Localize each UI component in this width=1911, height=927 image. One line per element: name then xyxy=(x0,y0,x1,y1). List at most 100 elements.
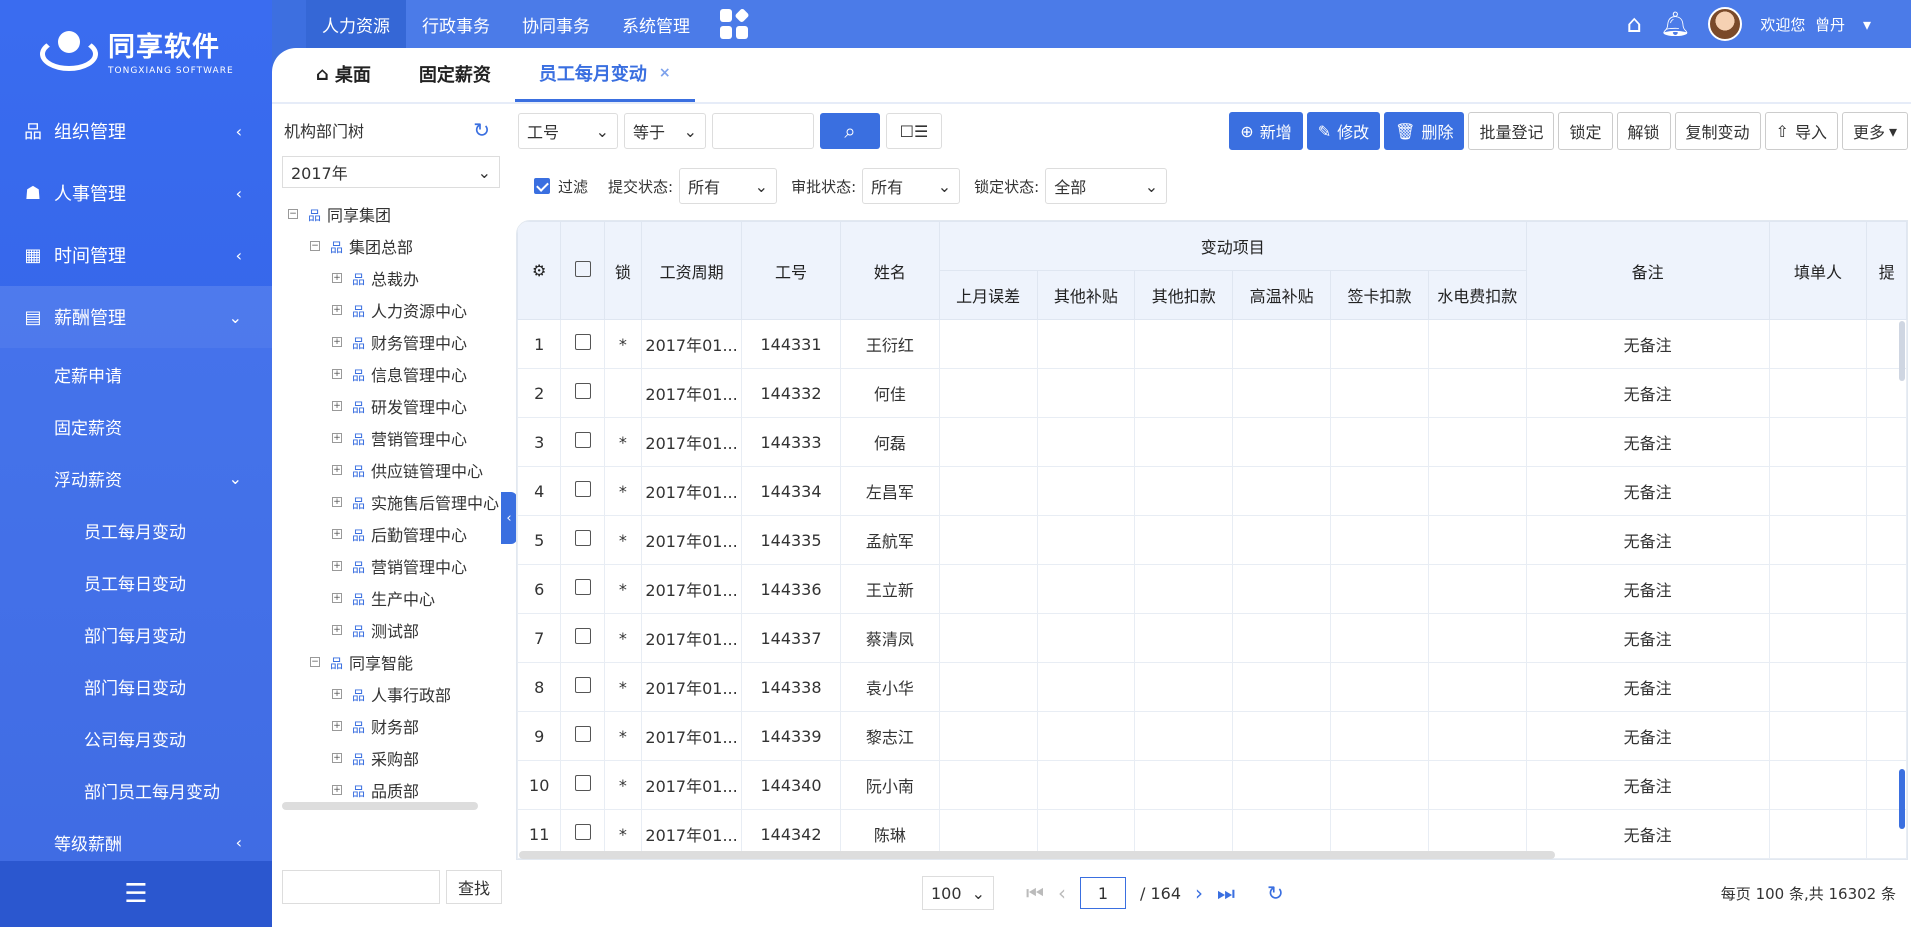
tree-scrollbar[interactable] xyxy=(282,802,478,810)
col-lock[interactable]: 锁 xyxy=(603,221,643,320)
table-row[interactable]: 9 * 2017年01... 144339 黎志江 无备注 xyxy=(517,711,1907,761)
table-row[interactable]: 6 * 2017年01... 144336 王立新 无备注 xyxy=(517,564,1907,614)
search-input[interactable] xyxy=(712,113,814,149)
vertical-scrollbar-thumb[interactable] xyxy=(1899,769,1905,829)
menu-company-monthly[interactable]: 公司每月变动 xyxy=(0,712,272,764)
tree-node[interactable]: + 品研发管理中心 xyxy=(280,390,502,422)
home-icon[interactable]: ⌂ xyxy=(1627,10,1642,38)
apps-grid-icon[interactable] xyxy=(720,7,750,39)
tree-node[interactable]: − 品集团总部 xyxy=(280,230,502,262)
tree-search-button[interactable]: 查找 xyxy=(446,870,502,904)
action-button[interactable]: ⊕ 新增 xyxy=(1229,112,1303,150)
menu-salary[interactable]: ▤ 薪酬管理 ⌄ xyxy=(0,286,272,348)
action-button[interactable]: 🗑︎ 删除 xyxy=(1384,112,1465,150)
tree-node[interactable]: + 品后勤管理中心 xyxy=(280,518,502,550)
horizontal-scrollbar[interactable] xyxy=(519,851,1555,859)
row-checkbox[interactable] xyxy=(560,466,605,516)
col-name[interactable]: 姓名 xyxy=(840,221,940,320)
menu-dept-monthly[interactable]: 部门每月变动 xyxy=(0,608,272,660)
tab-fixed-salary[interactable]: 固定薪资 xyxy=(395,46,515,102)
tree-node[interactable]: + 品信息管理中心 xyxy=(280,358,502,390)
expand-toggle-icon[interactable]: + xyxy=(332,689,342,699)
table-row[interactable]: 4 * 2017年01... 144334 左昌军 无备注 xyxy=(517,466,1907,516)
menu-salary-apply[interactable]: 定薪申请 xyxy=(0,348,272,400)
collapse-tree-icon[interactable]: ‹ xyxy=(501,492,517,544)
expand-toggle-icon[interactable]: + xyxy=(332,369,342,379)
col-sub-item[interactable]: 其他补贴 xyxy=(1036,270,1136,320)
menu-fixed-salary[interactable]: 固定薪资 xyxy=(0,400,272,452)
operator-select[interactable]: 等于 ⌄ xyxy=(624,113,706,149)
close-icon[interactable]: × xyxy=(659,65,671,81)
next-page-icon[interactable]: › xyxy=(1195,881,1203,905)
expand-toggle-icon[interactable]: − xyxy=(288,209,298,219)
tab-emp-monthly[interactable]: 员工每月变动 × xyxy=(514,46,695,102)
row-checkbox[interactable] xyxy=(560,564,605,614)
expand-toggle-icon[interactable]: − xyxy=(310,657,320,667)
tree-node[interactable]: + 品人力资源中心 xyxy=(280,294,502,326)
table-row[interactable]: 1 * 2017年01... 144331 王衍红 无备注 xyxy=(517,319,1907,369)
expand-toggle-icon[interactable]: + xyxy=(332,721,342,731)
col-emp-no[interactable]: 工号 xyxy=(740,221,842,320)
row-checkbox[interactable] xyxy=(560,711,605,761)
column-settings-button[interactable]: ☐ ☰ xyxy=(886,113,942,149)
expand-toggle-icon[interactable]: + xyxy=(332,401,342,411)
field-select[interactable]: 工号 ⌄ xyxy=(518,113,618,149)
prev-page-icon[interactable]: ‹ xyxy=(1058,881,1066,905)
tree-node[interactable]: + 品测试部 xyxy=(280,614,502,646)
collapse-menu-icon[interactable]: ☰ xyxy=(0,861,272,927)
tree-node[interactable]: + 品采购部 xyxy=(280,742,502,774)
search-button[interactable]: ⌕ xyxy=(820,113,880,149)
action-button[interactable]: ⇧ 导入 xyxy=(1764,112,1838,150)
menu-emp-daily[interactable]: 员工每日变动 xyxy=(0,556,272,608)
vertical-scrollbar[interactable] xyxy=(1899,321,1905,381)
col-filler[interactable]: 填单人 xyxy=(1768,221,1868,320)
menu-floating-salary[interactable]: 浮动薪资 ⌄ xyxy=(0,452,272,504)
table-row[interactable]: 7 * 2017年01... 144337 蔡清凤 无备注 xyxy=(517,613,1907,663)
col-partial[interactable]: 提 xyxy=(1866,221,1907,320)
tree-search-input[interactable] xyxy=(282,870,440,904)
col-sub-item[interactable]: 其他扣款 xyxy=(1134,270,1234,320)
first-page-icon[interactable]: ⏮ xyxy=(1026,881,1044,905)
col-sub-item[interactable]: 上月误差 xyxy=(938,270,1038,320)
year-select[interactable]: 2017年 ⌄ xyxy=(282,156,500,188)
expand-toggle-icon[interactable]: + xyxy=(332,337,342,347)
page-input[interactable]: 1 xyxy=(1080,877,1126,909)
topnav-admin[interactable]: 行政事务 xyxy=(406,0,506,48)
tree-node[interactable]: + 品营销管理中心 xyxy=(280,422,502,454)
expand-toggle-icon[interactable]: + xyxy=(332,433,342,443)
expand-toggle-icon[interactable]: + xyxy=(332,497,342,507)
last-page-icon[interactable]: ⏭ xyxy=(1217,881,1235,905)
table-row[interactable]: 5 * 2017年01... 144335 孟航军 无备注 xyxy=(517,515,1907,565)
table-row[interactable]: 8 * 2017年01... 144338 袁小华 无备注 xyxy=(517,662,1907,712)
avatar[interactable] xyxy=(1708,7,1743,41)
tree-node[interactable]: + 品生产中心 xyxy=(280,582,502,614)
bell-icon[interactable]: 🔔︎ xyxy=(1660,10,1690,38)
lock-status-select[interactable]: 全部 ⌄ xyxy=(1045,168,1168,204)
tree-node[interactable]: − 品同享集团 xyxy=(280,198,502,230)
filter-checkbox[interactable] xyxy=(534,178,550,194)
col-sub-item[interactable]: 水电费扣款 xyxy=(1427,270,1527,320)
tree-node[interactable]: + 品人事行政部 xyxy=(280,678,502,710)
expand-toggle-icon[interactable]: + xyxy=(332,561,342,571)
col-sub-item[interactable]: 高温补贴 xyxy=(1232,270,1332,320)
expand-toggle-icon[interactable]: + xyxy=(332,593,342,603)
tree-node[interactable]: + 品营销管理中心 xyxy=(280,550,502,582)
refresh-icon[interactable]: ↻ xyxy=(473,118,490,142)
table-row[interactable]: 2 2017年01... 144332 何佳 无备注 xyxy=(517,368,1907,418)
tab-desktop[interactable]: ⌂ 桌面 xyxy=(292,46,395,102)
user-welcome[interactable]: 欢迎您 曾丹 xyxy=(1760,14,1845,35)
action-button[interactable]: 解锁 xyxy=(1616,112,1671,150)
menu-emp-monthly[interactable]: 员工每月变动 xyxy=(0,504,272,556)
expand-toggle-icon[interactable]: − xyxy=(310,241,320,251)
select-all-checkbox[interactable] xyxy=(560,221,605,320)
table-row[interactable]: 3 * 2017年01... 144333 何磊 无备注 xyxy=(517,417,1907,467)
row-checkbox[interactable] xyxy=(560,662,605,712)
tree-node[interactable]: + 品总裁办 xyxy=(280,262,502,294)
page-size-select[interactable]: 100 ⌄ xyxy=(922,876,994,910)
row-checkbox[interactable] xyxy=(560,515,605,565)
tree-node[interactable]: − 品同享智能 xyxy=(280,646,502,678)
menu-hr[interactable]: ☗ 人事管理 ‹ xyxy=(0,162,272,224)
action-button[interactable]: 批量登记 xyxy=(1468,112,1555,150)
table-row[interactable]: 10 * 2017年01... 144340 阮小南 无备注 xyxy=(517,760,1907,810)
submit-status-select[interactable]: 所有 ⌄ xyxy=(679,168,778,204)
